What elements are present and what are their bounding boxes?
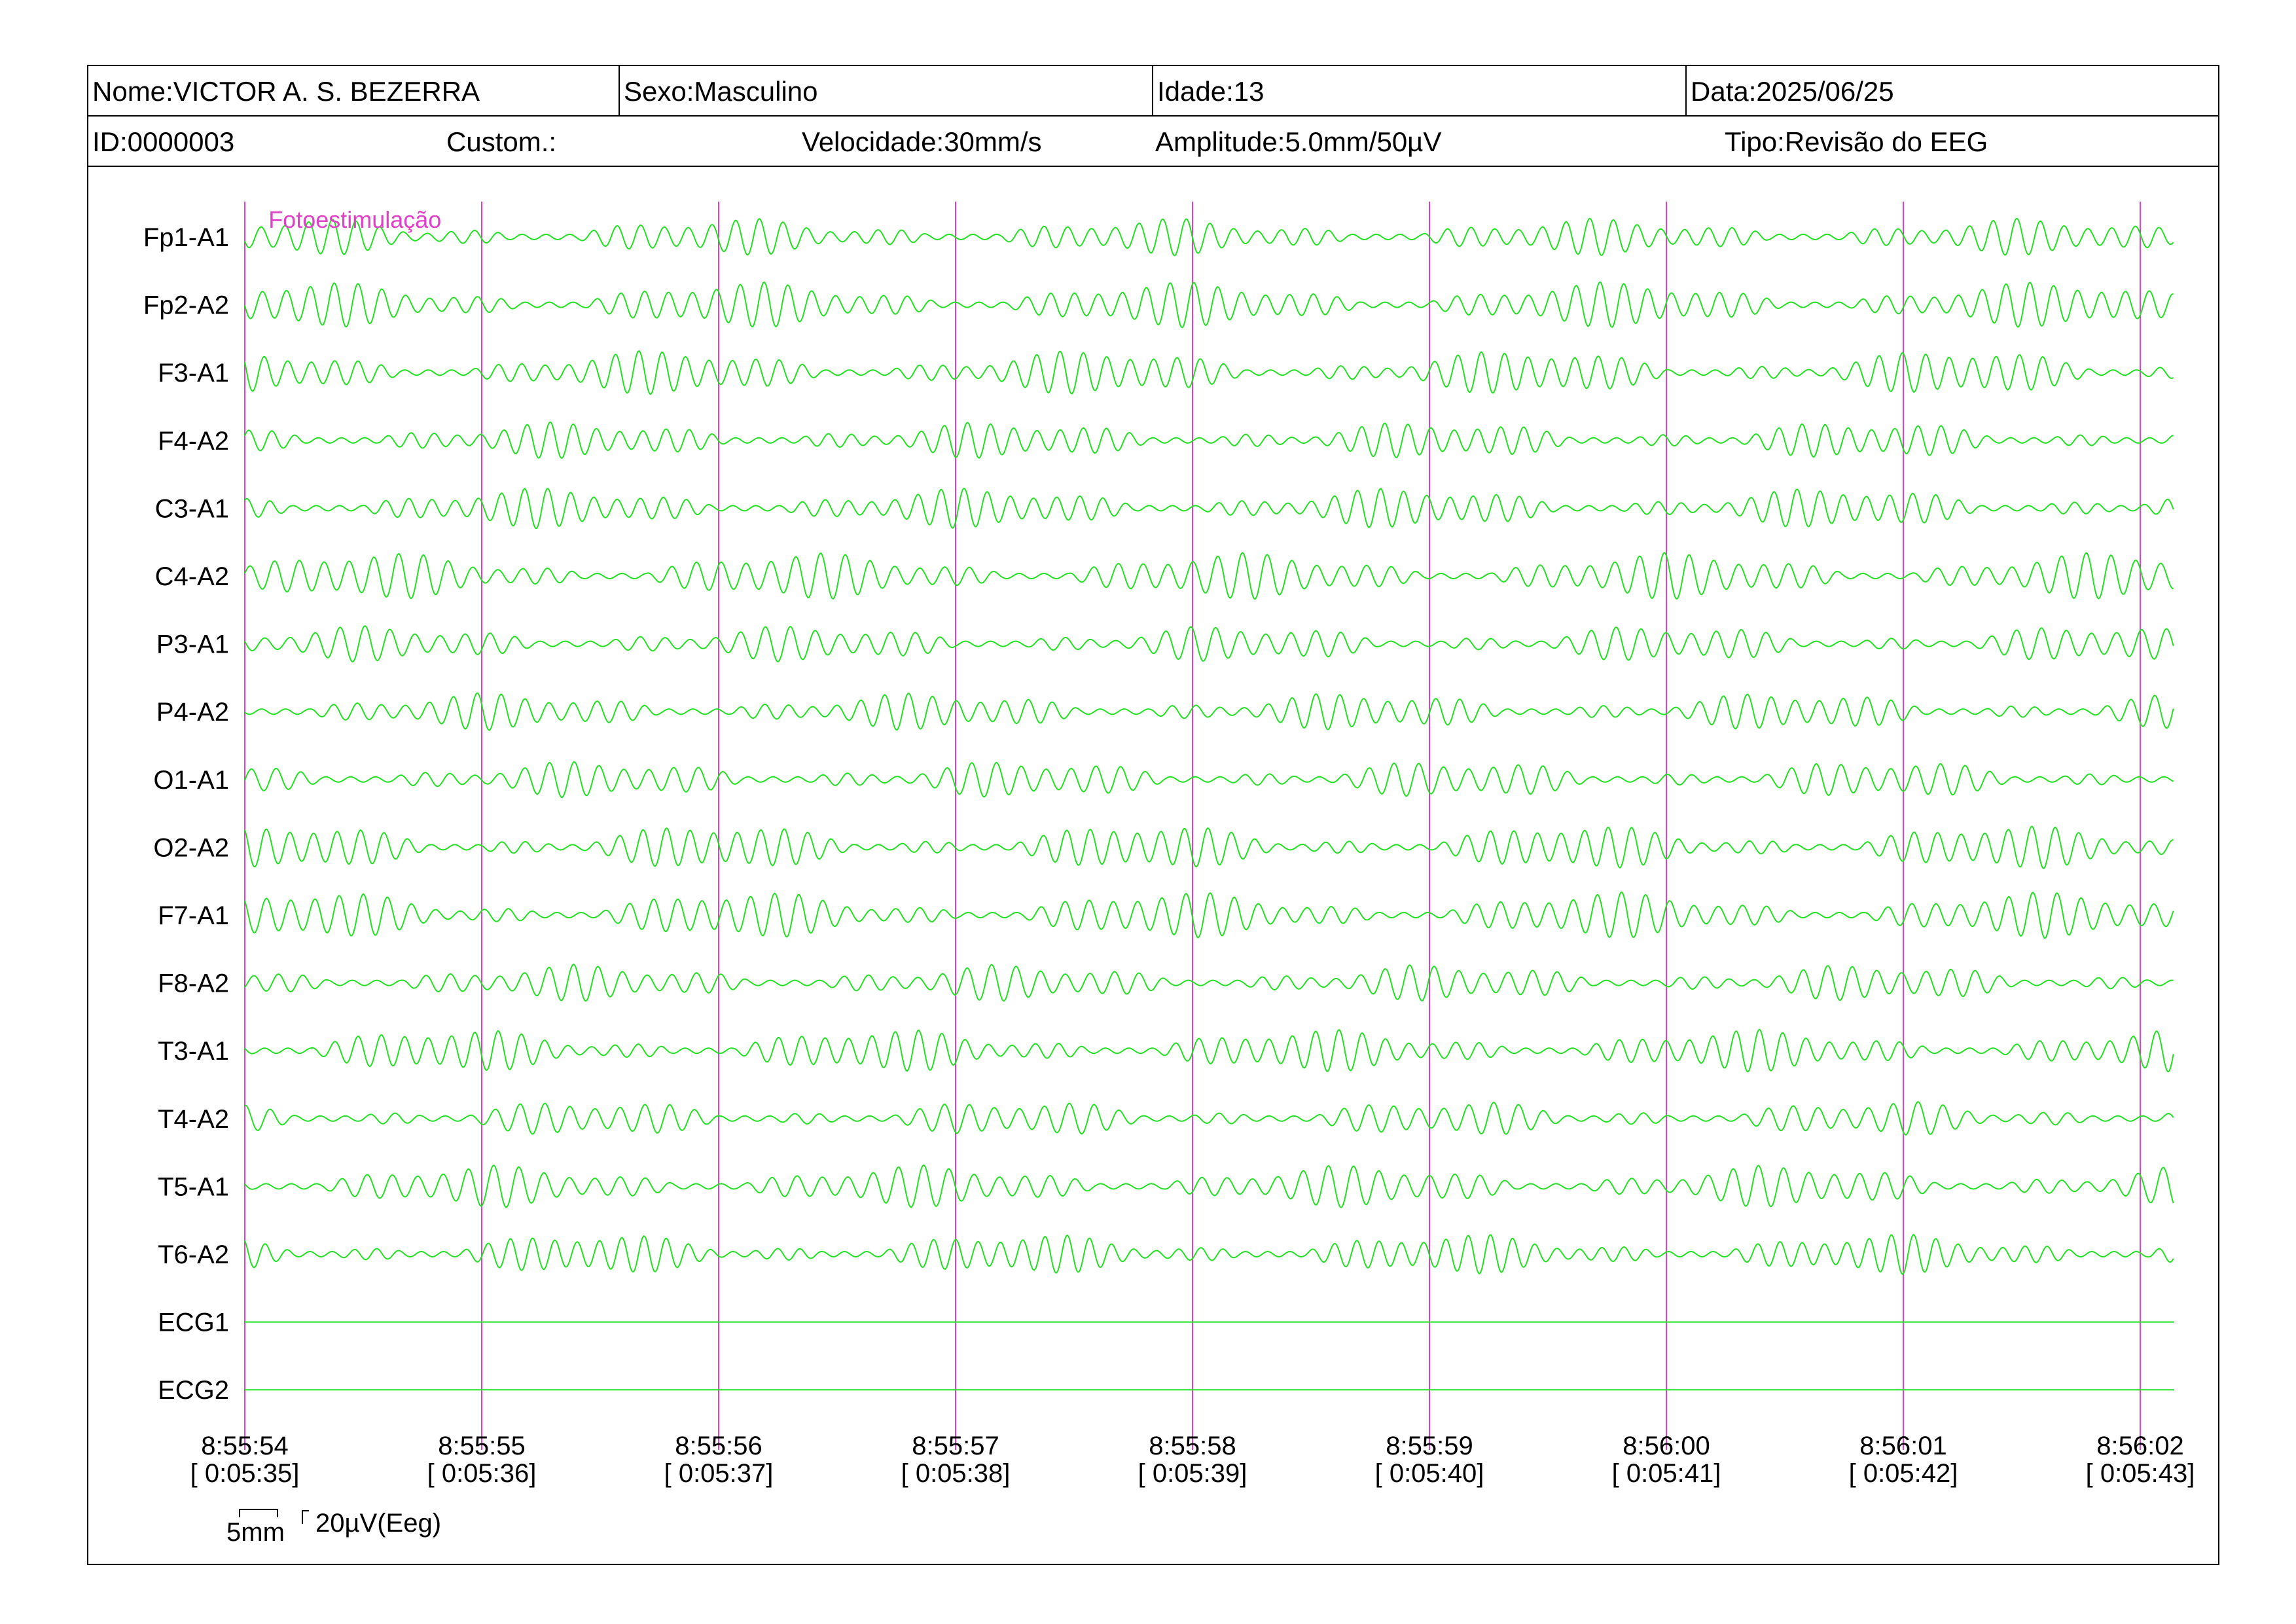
tick-elapsed-6: [ 0:05:41] (1612, 1459, 1721, 1488)
channel-label-c3-a1: C3-A1 (155, 494, 229, 523)
time-axis-labels: 8:55:54[ 0:05:35] 8:55:55[ 0:05:36] 8:55:5… (190, 1432, 2195, 1488)
channel-label-fp2-a2: Fp2-A2 (143, 291, 229, 320)
tick-clock-0: 8:55:54 (201, 1432, 288, 1460)
annotations: Fotoestimulação (268, 206, 441, 233)
trace-c4-a2 (244, 552, 2174, 600)
amplitude-scale-label: 20µV(Eeg) (315, 1509, 441, 1538)
channel-label-f4-a2: F4-A2 (158, 427, 229, 456)
channel-label-t3-a1: T3-A1 (158, 1037, 229, 1066)
channel-label-c4-a2: C4-A2 (155, 562, 229, 591)
trace-f4-a2 (244, 421, 2174, 459)
trace-fp2-a2 (244, 281, 2174, 329)
tick-clock-3: 8:55:57 (912, 1432, 999, 1460)
tick-clock-8: 8:56:02 (2096, 1432, 2183, 1460)
trace-o2-a2 (244, 825, 2174, 869)
channel-label-f8-a2: F8-A2 (158, 969, 229, 998)
channel-traces (244, 217, 2174, 1391)
trace-t6-a2 (244, 1233, 2174, 1275)
time-scale-label: 5mm (226, 1518, 285, 1547)
channel-label-fp1-a1: Fp1-A1 (143, 223, 229, 252)
trace-t4-a2 (244, 1101, 2174, 1136)
trace-p4-a2 (244, 692, 2174, 731)
channel-label-ecg1: ECG1 (158, 1308, 229, 1337)
trace-o1-a1 (244, 761, 2174, 799)
tick-elapsed-2: [ 0:05:37] (664, 1459, 774, 1488)
eeg-chart: Fp1-A1 Fp2-A2 F3-A1 F4-A2 C3-A1 C4-A2 P3-A1 P4-… (143, 202, 2195, 1547)
time-scale-bracket (239, 1509, 278, 1517)
trace-t3-a1 (244, 1028, 2174, 1073)
channel-label-f3-a1: F3-A1 (158, 359, 229, 388)
tick-elapsed-5: [ 0:05:40] (1375, 1459, 1484, 1488)
tick-elapsed-0: [ 0:05:35] (190, 1459, 300, 1488)
channel-label-p4-a2: P4-A2 (156, 698, 229, 727)
tick-clock-1: 8:55:55 (438, 1432, 525, 1460)
second-marker-lines (244, 202, 2141, 1450)
trace-f7-a1 (244, 891, 2174, 939)
annotation-0: Fotoestimulação (268, 206, 441, 233)
trace-f3-a1 (244, 350, 2174, 395)
tick-elapsed-7: [ 0:05:42] (1849, 1459, 1958, 1488)
tick-elapsed-1: [ 0:05:36] (427, 1459, 537, 1488)
channel-label-o1-a1: O1-A1 (153, 766, 229, 795)
channel-label-p3-a1: P3-A1 (156, 630, 229, 659)
amplitude-scale-bracket (302, 1510, 309, 1524)
tick-clock-5: 8:55:59 (1386, 1432, 1473, 1460)
scale-bar: 5mm 20µV(Eeg) (226, 1509, 441, 1547)
trace-fp1-a1 (244, 217, 2174, 257)
channel-label-o2-a2: O2-A2 (153, 833, 229, 862)
tick-clock-2: 8:55:56 (675, 1432, 762, 1460)
tick-elapsed-8: [ 0:05:43] (2086, 1459, 2195, 1488)
channel-label-t5-a1: T5-A1 (158, 1172, 229, 1201)
channel-label-t6-a2: T6-A2 (158, 1240, 229, 1269)
tick-clock-6: 8:56:00 (1623, 1432, 1710, 1460)
channel-label-ecg2: ECG2 (158, 1376, 229, 1405)
trace-c3-a1 (244, 488, 2174, 530)
trace-p3-a1 (244, 625, 2174, 662)
tick-clock-4: 8:55:58 (1149, 1432, 1236, 1460)
tick-elapsed-3: [ 0:05:38] (901, 1459, 1011, 1488)
tick-clock-7: 8:56:01 (1859, 1432, 1946, 1460)
tick-elapsed-4: [ 0:05:39] (1138, 1459, 1247, 1488)
trace-f8-a2 (244, 964, 2174, 1002)
channel-labels: Fp1-A1 Fp2-A2 F3-A1 F4-A2 C3-A1 C4-A2 P3-A1 P4-… (143, 223, 229, 1405)
channel-label-t4-a2: T4-A2 (158, 1105, 229, 1134)
channel-label-f7-a1: F7-A1 (158, 901, 229, 930)
trace-t5-a1 (244, 1164, 2174, 1208)
